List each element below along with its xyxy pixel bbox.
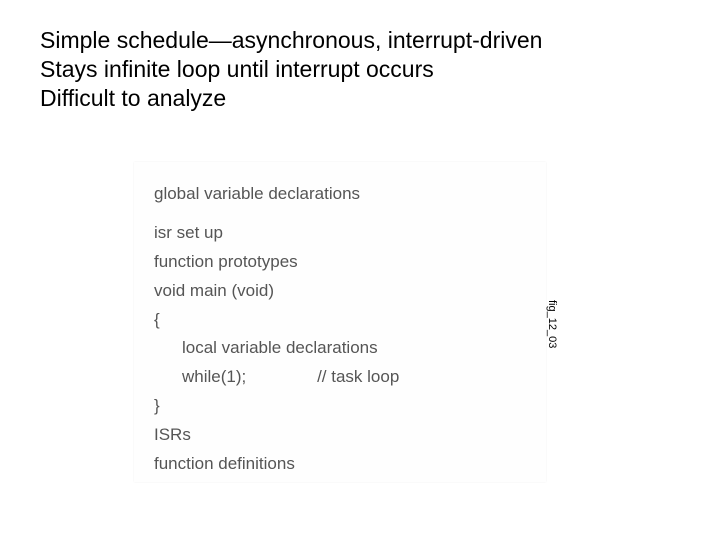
code-line: local variable declarations	[154, 334, 528, 363]
title-line-2: Stays infinite loop until interrupt occu…	[40, 55, 660, 84]
code-listing: global variable declarations isr set up …	[134, 162, 546, 497]
figure-panel: global variable declarations isr set up …	[134, 162, 546, 482]
code-line: function prototypes	[154, 248, 528, 277]
code-line: ISRs	[154, 421, 528, 450]
figure-id-label: fig_12_03	[546, 300, 558, 348]
code-gap	[154, 209, 528, 219]
slide: Simple schedule—asynchronous, interrupt-…	[0, 0, 720, 540]
code-line: void main (void)	[154, 277, 528, 306]
code-line: while(1); // task loop	[154, 363, 528, 392]
code-line: }	[154, 392, 528, 421]
code-line: global variable declarations	[154, 180, 528, 209]
title-line-3: Difficult to analyze	[40, 84, 660, 113]
code-line: function definitions	[154, 450, 528, 479]
code-line: {	[154, 306, 528, 335]
code-line: isr set up	[154, 219, 528, 248]
title-block: Simple schedule—asynchronous, interrupt-…	[40, 26, 660, 112]
title-line-1: Simple schedule—asynchronous, interrupt-…	[40, 26, 660, 55]
